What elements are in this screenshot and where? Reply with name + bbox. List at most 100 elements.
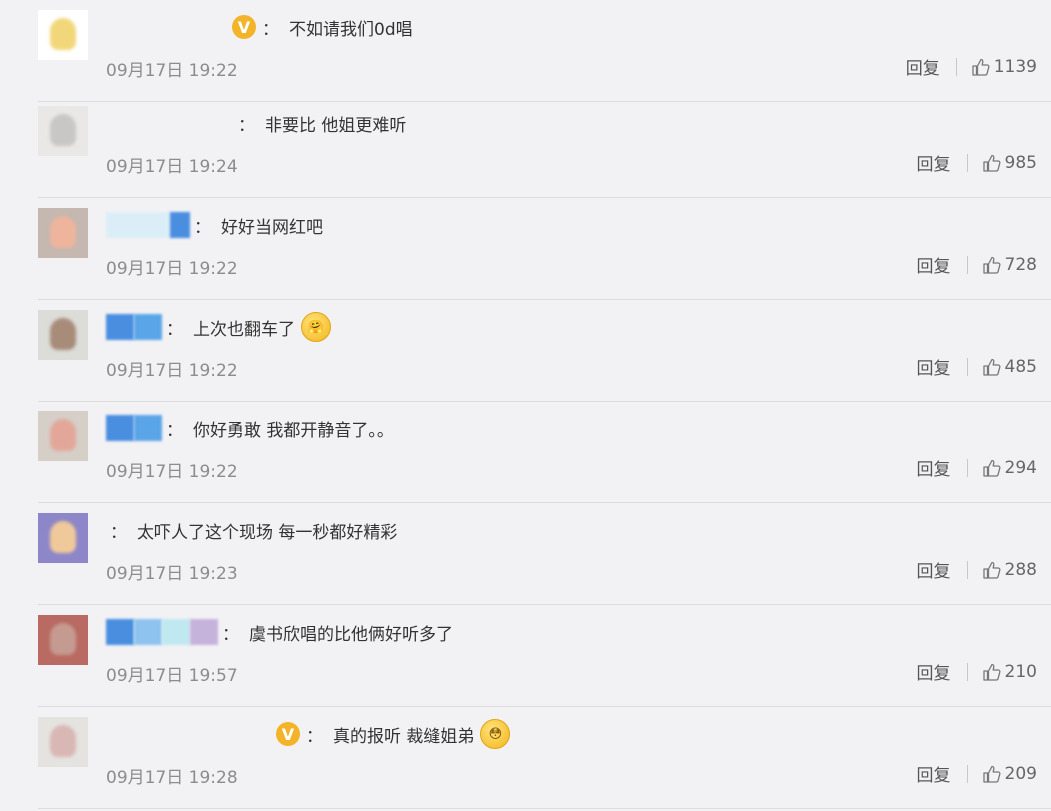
avatar[interactable] [38, 310, 88, 360]
like-count: 728 [1004, 254, 1037, 275]
name-colon: ： [194, 217, 211, 238]
name-colon: ： [166, 319, 183, 340]
verified-v-icon: V [276, 722, 300, 746]
avatar[interactable] [38, 615, 88, 665]
reply-button[interactable]: 回复 [917, 150, 951, 175]
action-divider [966, 357, 968, 376]
username-redacted[interactable] [134, 314, 162, 340]
comment-actions: 回复 485 [917, 354, 1037, 380]
comment-text: 好好当网红吧 [221, 217, 323, 238]
emoji-icon: 😳 [480, 719, 511, 749]
action-divider [966, 560, 968, 579]
action-divider [966, 764, 968, 783]
action-divider [966, 153, 968, 172]
like-button[interactable]: 294 [982, 458, 1037, 478]
like-button[interactable]: 210 [982, 662, 1037, 682]
like-button[interactable]: 985 [982, 153, 1037, 173]
comment-line: ： 非要比 他姐更难听 [106, 110, 406, 136]
comment-text: 真的报听 裁缝姐弟 [333, 726, 475, 747]
comment-actions: 回复 209 [917, 761, 1037, 787]
comment-timestamp: 09月17日 19:57 [106, 666, 238, 686]
comment-line: ： 太吓人了这个现场 每一秒都好精彩 [106, 517, 397, 543]
reply-button[interactable]: 回复 [917, 455, 951, 480]
name-colon: ： [222, 624, 239, 645]
username-redacted[interactable] [162, 619, 190, 645]
username-redacted[interactable] [106, 314, 134, 340]
comment-actions: 回复 294 [917, 455, 1037, 481]
like-button[interactable]: 728 [982, 255, 1037, 275]
reply-button[interactable]: 回复 [917, 354, 951, 379]
comment-text: 非要比 他姐更难听 [265, 115, 407, 136]
comment-line: ： 上次也翻车了 🤗 [106, 312, 331, 342]
action-divider [966, 662, 968, 681]
reply-button[interactable]: 回复 [917, 557, 951, 582]
username-redacted[interactable] [134, 415, 162, 441]
reply-button[interactable]: 回复 [917, 252, 951, 277]
avatar-blurred-face [50, 114, 76, 146]
name-colon: ： [238, 115, 255, 136]
comment-text: 你好勇敢 我都开静音了。。 [193, 420, 394, 441]
username-redacted[interactable] [134, 619, 162, 645]
comment-item: ： 上次也翻车了 🤗 09月17日 19:22 回复 485 [38, 300, 1051, 402]
like-count: 985 [1004, 152, 1037, 173]
comment-list: V ： 不如请我们0d唱 09月17日 19:22 回复 1139 ： 非要比 他姐更难听 09… [0, 0, 1051, 811]
avatar[interactable] [38, 411, 88, 461]
comment-item: ： 非要比 他姐更难听 09月17日 19:24 回复 985 [38, 96, 1051, 198]
username-redacted[interactable] [106, 415, 134, 441]
name-colon: ： [306, 726, 323, 747]
comment-item: ： 太吓人了这个现场 每一秒都好精彩 09月17日 19:23 回复 288 [38, 503, 1051, 605]
comment-timestamp: 09月17日 19:22 [106, 361, 238, 381]
action-divider [966, 458, 968, 477]
like-count: 485 [1004, 356, 1037, 377]
comment-actions: 回复 288 [917, 557, 1037, 583]
comment-timestamp: 09月17日 19:23 [106, 564, 238, 584]
like-count: 210 [1004, 661, 1037, 682]
avatar-blurred-face [50, 216, 76, 248]
name-colon: ： [110, 522, 127, 543]
thumbs-up-icon [982, 561, 1001, 579]
comment-timestamp: 09月17日 19:22 [106, 462, 238, 482]
name-colon: ： [262, 19, 279, 40]
like-button[interactable]: 209 [982, 764, 1037, 784]
comment-item: ： 你好勇敢 我都开静音了。。 09月17日 19:22 回复 294 [38, 401, 1051, 503]
avatar[interactable] [38, 10, 88, 60]
comment-item: ： 好好当网红吧 09月17日 19:22 回复 728 [38, 198, 1051, 300]
comment-line: V ： 真的报听 裁缝姐弟 😳 [106, 719, 511, 749]
comment-actions: 回复 985 [917, 150, 1037, 176]
avatar[interactable] [38, 208, 88, 258]
reply-button[interactable]: 回复 [906, 54, 940, 79]
comment-text: 虞书欣唱的比他俩好听多了 [249, 624, 453, 645]
comment-actions: 回复 210 [917, 659, 1037, 685]
thumbs-up-icon [982, 459, 1001, 477]
like-count: 288 [1004, 559, 1037, 580]
comment-item: V ： 真的报听 裁缝姐弟 😳 09月17日 19:28 回复 209 [38, 707, 1051, 809]
comment-item: ： 虞书欣唱的比他俩好听多了 09月17日 19:57 回复 210 [38, 605, 1051, 707]
action-divider [955, 57, 957, 76]
avatar[interactable] [38, 106, 88, 156]
comment-item: V ： 不如请我们0d唱 09月17日 19:22 回复 1139 [38, 0, 1051, 102]
username-redacted[interactable] [106, 619, 134, 645]
like-button[interactable]: 485 [982, 357, 1037, 377]
like-button[interactable]: 1139 [971, 57, 1037, 77]
username-redacted[interactable] [190, 619, 218, 645]
avatar[interactable] [38, 717, 88, 767]
comment-actions: 回复 1139 [906, 54, 1037, 80]
comment-timestamp: 09月17日 19:24 [106, 157, 238, 177]
reply-button[interactable]: 回复 [917, 761, 951, 786]
username-redacted[interactable] [106, 212, 170, 238]
comment-line: ： 你好勇敢 我都开静音了。。 [106, 415, 394, 441]
like-count: 209 [1004, 763, 1037, 784]
reply-button[interactable]: 回复 [917, 659, 951, 684]
comment-timestamp: 09月17日 19:22 [106, 259, 238, 279]
name-colon: ： [166, 420, 183, 441]
verified-v-icon: V [232, 15, 256, 39]
avatar[interactable] [38, 513, 88, 563]
avatar-blurred-face [50, 318, 76, 350]
avatar-blurred-face [50, 623, 76, 655]
like-button[interactable]: 288 [982, 560, 1037, 580]
comment-text: 不如请我们0d唱 [289, 19, 413, 40]
thumbs-up-icon [972, 58, 990, 76]
like-count: 294 [1004, 457, 1037, 478]
username-redacted[interactable] [170, 212, 190, 238]
comment-line: ： 虞书欣唱的比他俩好听多了 [106, 619, 453, 645]
